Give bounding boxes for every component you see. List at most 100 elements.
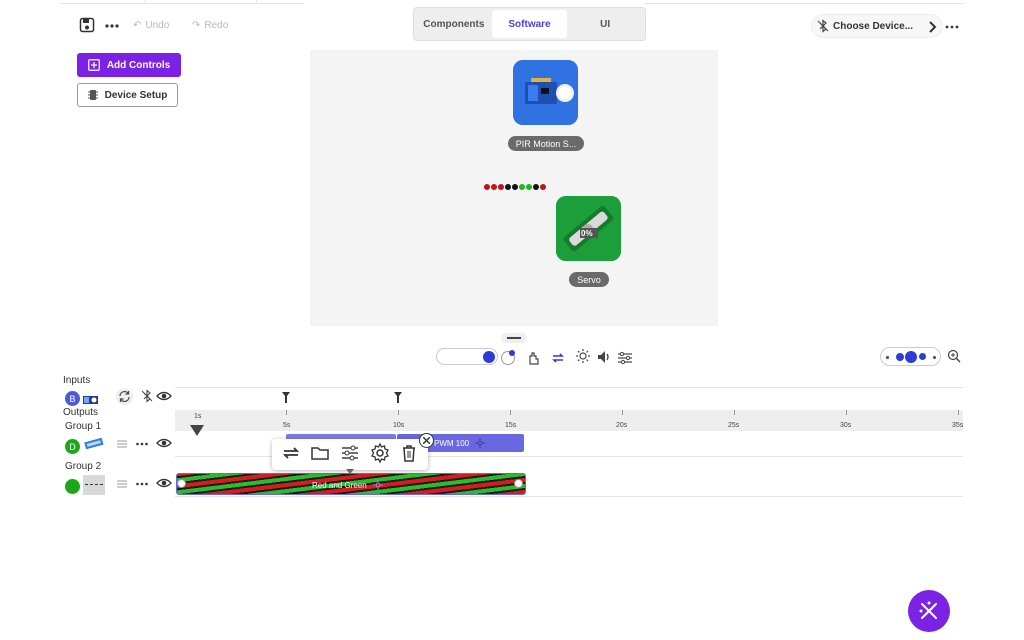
clip-settings-button[interactable] — [369, 442, 391, 467]
group-1-more-button[interactable] — [135, 437, 149, 451]
input-bluetooth-off-button[interactable] — [141, 389, 153, 403]
close-icon — [423, 437, 430, 444]
led-dot — [519, 184, 525, 190]
loop-clip-button[interactable] — [280, 442, 302, 467]
group-2-badge — [65, 479, 80, 494]
led-dot — [533, 184, 539, 190]
marker-icon — [282, 392, 290, 403]
undo-label: Undo — [145, 20, 170, 31]
add-controls-label: Add Controls — [106, 59, 171, 71]
loop-icon — [552, 353, 564, 363]
plus-square-icon — [87, 59, 100, 71]
tab-software[interactable]: Software — [491, 10, 568, 38]
sliders-icon — [618, 351, 632, 365]
delete-clip-button[interactable] — [398, 442, 420, 467]
chevron-right-icon — [929, 21, 937, 33]
led-dot — [491, 184, 497, 190]
redo-button[interactable]: ↷ Redo — [192, 20, 228, 31]
ruler-tick — [286, 410, 287, 415]
led-dot — [512, 184, 518, 190]
trigger-button[interactable] — [524, 350, 542, 368]
eye-icon — [155, 391, 172, 401]
eye-icon — [155, 438, 172, 448]
group-1-visibility-button[interactable] — [155, 437, 172, 451]
led-strip-thumbnail-icon — [83, 475, 105, 495]
pir-sensor-node[interactable] — [513, 60, 578, 125]
zoom-dot — [896, 353, 904, 361]
playback-slider-knob[interactable] — [483, 351, 495, 363]
group-1-badge: D — [65, 439, 80, 454]
tab-components[interactable]: Components — [416, 10, 492, 38]
servo-node[interactable]: 0% — [556, 196, 621, 261]
timer-indicator — [509, 350, 515, 356]
ruler-tick-label: 35s — [952, 422, 964, 429]
more-dots-icon — [105, 24, 119, 28]
redo-label: Redo — [204, 20, 229, 31]
led-dot — [540, 184, 546, 190]
device-setup-button[interactable]: Device Setup — [77, 83, 178, 107]
view-tabs: Components Software UI — [413, 7, 646, 41]
zoom-dot — [886, 356, 889, 359]
close-popover-button[interactable] — [419, 433, 434, 448]
panel-resize-handle[interactable] — [501, 333, 527, 343]
input-event-marker[interactable] — [281, 391, 291, 409]
tools-fab-button[interactable] — [908, 590, 950, 632]
pir-sensor-icon — [513, 60, 578, 125]
brightness-icon — [576, 349, 590, 363]
zoom-slider[interactable] — [880, 347, 941, 366]
ruler-tick-label: 5s — [283, 422, 291, 429]
playback-slider[interactable] — [436, 348, 498, 365]
group-1-drag-handle[interactable] — [116, 438, 128, 450]
tab-ui[interactable]: UI — [567, 10, 643, 38]
choose-device-button[interactable]: Choose Device... — [811, 14, 943, 38]
device-more-button[interactable] — [944, 19, 960, 35]
folder-button[interactable] — [309, 442, 331, 467]
more-dots-icon — [945, 25, 959, 29]
more-menu-button[interactable] — [104, 18, 120, 34]
eye-icon — [155, 478, 172, 488]
brightness-icon — [372, 480, 383, 490]
led-dot — [484, 184, 490, 190]
zoom-dot — [933, 356, 936, 359]
ruler-tick-label: 1s — [194, 413, 202, 420]
volume-icon — [598, 351, 609, 363]
gear-icon — [370, 442, 389, 464]
popover-pointer — [346, 469, 354, 474]
save-button[interactable] — [78, 17, 96, 35]
more-dots-icon — [136, 482, 148, 486]
folder-icon — [311, 447, 330, 460]
volume-button[interactable] — [595, 349, 613, 367]
refresh-icon — [119, 390, 130, 403]
settings-sliders-button[interactable] — [616, 350, 634, 368]
led-clip-end-handle[interactable] — [514, 479, 523, 488]
led-clip-content: Red and Green — [312, 480, 383, 490]
group-2-more-button[interactable] — [135, 477, 149, 491]
sliders-icon — [341, 445, 358, 461]
undo-button[interactable]: ↶ Undo — [133, 20, 169, 31]
led-clip-start-handle[interactable] — [177, 479, 186, 488]
brightness-icon — [475, 438, 486, 448]
top-divider-sep — [256, 0, 257, 4]
bluetooth-off-icon — [817, 19, 829, 33]
brightness-button[interactable] — [574, 348, 592, 366]
input-event-marker[interactable] — [393, 391, 403, 409]
save-icon — [79, 17, 95, 33]
led-clip[interactable]: Red and Green — [176, 473, 526, 495]
timer-icon[interactable] — [501, 350, 515, 365]
zoom-knob[interactable] — [905, 351, 917, 363]
adjust-button[interactable] — [339, 442, 361, 467]
clip-actions-popover — [272, 439, 428, 470]
zoom-in-button[interactable] — [946, 349, 962, 365]
refresh-button[interactable] — [116, 388, 133, 405]
playhead[interactable] — [190, 423, 204, 441]
ruler-tick-label: 15s — [505, 422, 517, 429]
group-2-visibility-button[interactable] — [155, 477, 172, 491]
top-divider-left — [60, 0, 304, 4]
add-controls-button[interactable]: Add Controls — [77, 53, 181, 77]
loop-button[interactable] — [549, 350, 567, 368]
bluetooth-off-icon — [141, 389, 153, 403]
input-visibility-button[interactable] — [155, 390, 172, 404]
zoom-in-icon — [947, 349, 961, 363]
group-2-drag-handle[interactable] — [116, 478, 128, 490]
ruler-tick-label: 25s — [728, 422, 740, 429]
